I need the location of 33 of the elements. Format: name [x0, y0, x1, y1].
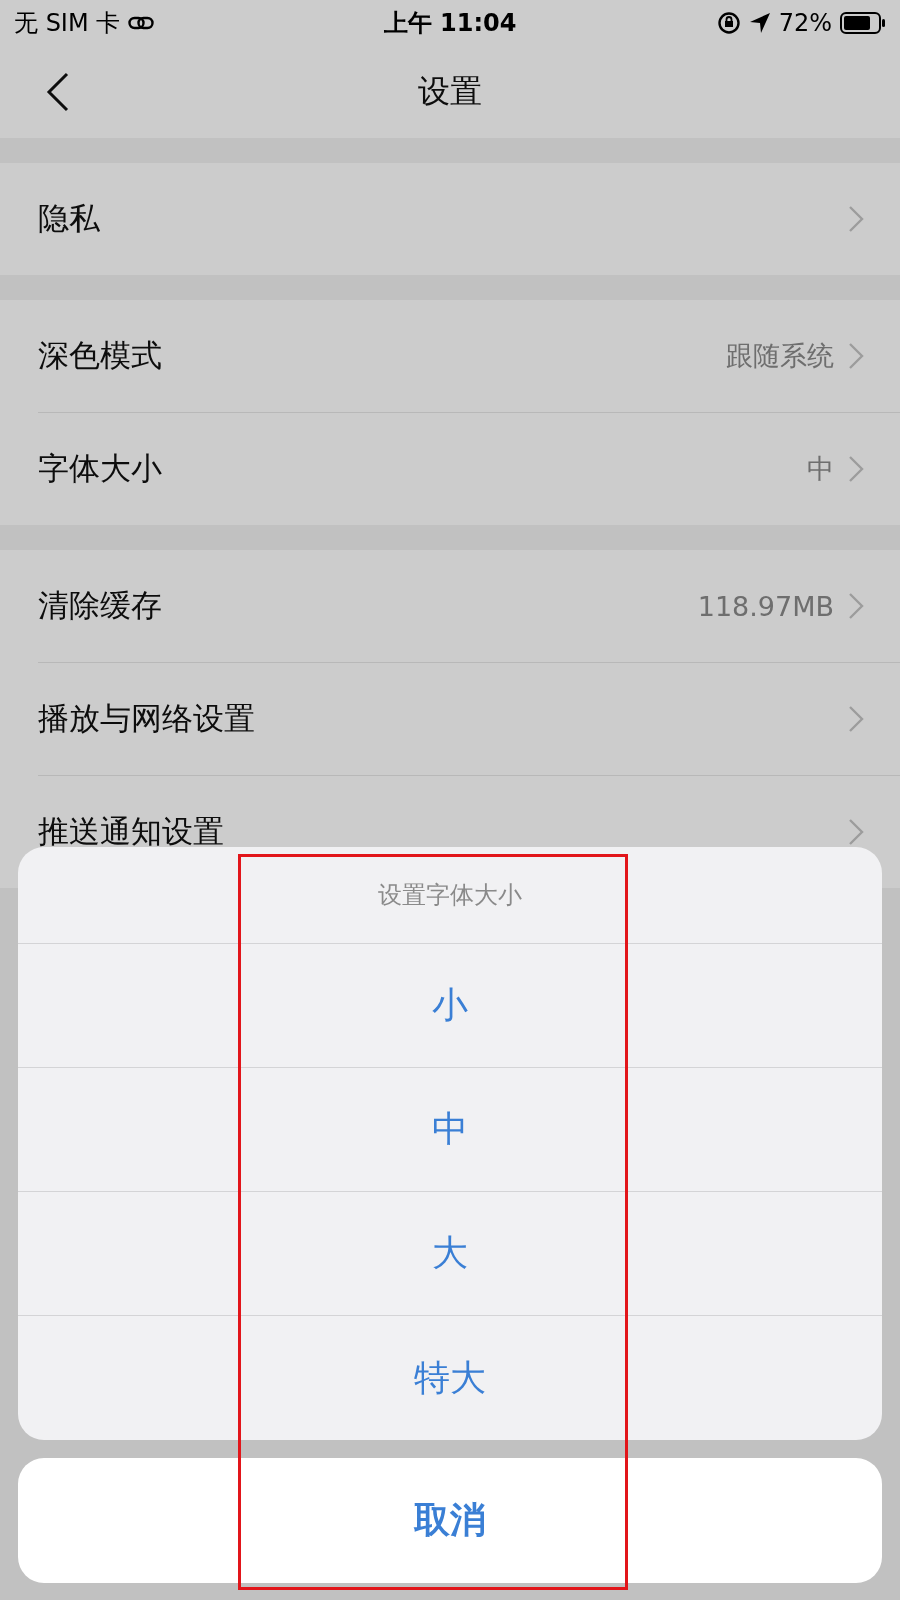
chevron-right-icon: [848, 818, 864, 846]
option-button[interactable]: 大: [18, 1192, 882, 1316]
option-button[interactable]: 特大: [18, 1316, 882, 1440]
row-label: 清除缓存: [38, 586, 163, 625]
settings-row[interactable]: 深色模式 跟随系统: [38, 300, 900, 413]
carrier-text: 无 SIM 卡: [14, 8, 121, 39]
row-value: 跟随系统: [726, 339, 834, 373]
battery-percent: 72%: [778, 9, 832, 37]
row-label: 字体大小: [38, 449, 163, 488]
battery-icon: [840, 12, 886, 34]
chevron-right-icon: [848, 455, 864, 483]
row-label: 深色模式: [38, 336, 163, 375]
row-value: 中: [807, 452, 834, 486]
option-button[interactable]: 中: [18, 1068, 882, 1192]
row-label: 隐私: [38, 199, 101, 238]
settings-row[interactable]: 播放与网络设置: [38, 663, 900, 776]
link-icon: [128, 15, 155, 31]
clock-time: 上午 11:04: [383, 8, 517, 39]
row-label: 播放与网络设置: [38, 699, 256, 738]
option-button[interactable]: 小: [18, 944, 882, 1068]
chevron-right-icon: [848, 592, 864, 620]
cancel-button[interactable]: 取消: [18, 1458, 882, 1583]
chevron-right-icon: [848, 342, 864, 370]
rotation-lock-icon: [716, 11, 741, 35]
settings-row[interactable]: 字体大小 中: [38, 413, 900, 525]
page-title: 设置: [418, 71, 482, 112]
chevron-right-icon: [848, 205, 864, 233]
settings-row[interactable]: 清除缓存 118.97MB: [38, 550, 900, 663]
sheet-title: 设置字体大小: [18, 847, 882, 944]
location-arrow-icon: [748, 12, 771, 34]
back-icon[interactable]: [46, 72, 70, 112]
row-value: 118.97MB: [697, 590, 834, 622]
chevron-right-icon: [848, 705, 864, 733]
